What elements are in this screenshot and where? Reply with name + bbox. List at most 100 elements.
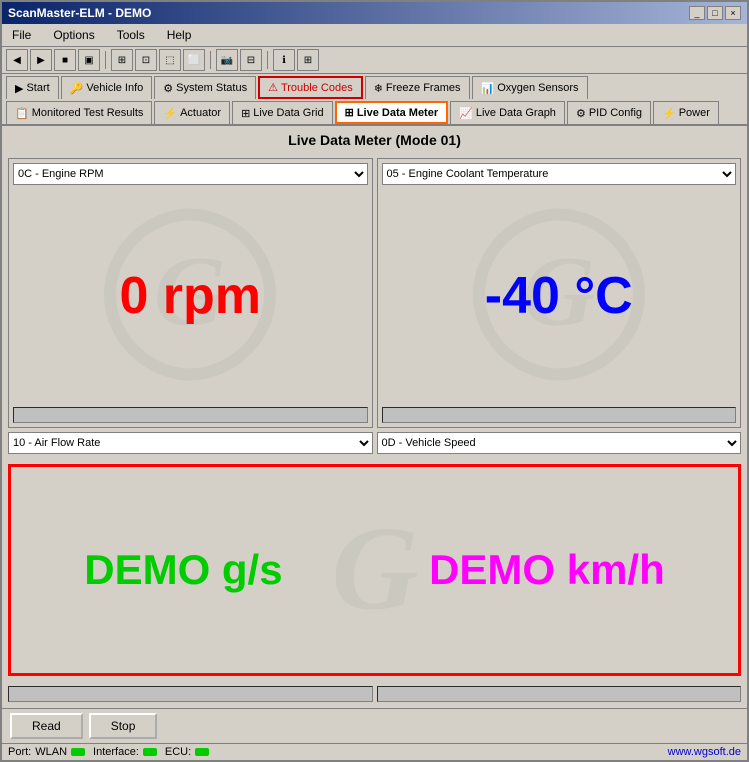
meter-airflow-value: DEMO g/s xyxy=(84,546,282,594)
toolbar-sep-3 xyxy=(267,51,268,69)
power-icon: ⚡ xyxy=(662,107,676,120)
meter-coolant-select[interactable]: 05 - Engine Coolant Temperature xyxy=(382,163,737,185)
meter-speed-value: DEMO km/h xyxy=(429,546,665,594)
tab-pid-config[interactable]: ⚙ PID Config xyxy=(567,101,651,124)
port-value: WLAN xyxy=(35,746,67,758)
ecu-indicator: ECU: xyxy=(165,746,209,758)
window-controls: _ □ × xyxy=(689,6,741,20)
tab-freeze-frames[interactable]: ❄ Freeze Frames xyxy=(365,76,470,99)
graph-icon: 📈 xyxy=(459,107,473,120)
meter-coolant-value: -40 °C xyxy=(485,266,633,326)
toolbar-sep-2 xyxy=(210,51,211,69)
tab-start[interactable]: ▶ Start xyxy=(6,76,59,99)
tab-row-2: 📋 Monitored Test Results ⚡ Actuator ⊞ Li… xyxy=(2,99,747,126)
interface-indicator: Interface: xyxy=(93,746,157,758)
meter-airflow-bar xyxy=(8,686,373,702)
tab-monitored-label: Monitored Test Results xyxy=(32,107,144,119)
tab-oxygen-label: Oxygen Sensors xyxy=(497,82,578,94)
meter-coolant-display: G-40 °C xyxy=(382,189,737,403)
meter-airflow-select[interactable]: 10 - Air Flow Rate xyxy=(8,432,373,454)
tab-pid-label: PID Config xyxy=(589,107,642,119)
demo-display-box: G DEMO g/s DEMO km/h xyxy=(8,464,741,676)
page-title: Live Data Meter (Mode 01) xyxy=(2,126,747,152)
meter-rpm-value: 0 rpm xyxy=(119,266,261,326)
warning-icon: ⚠ xyxy=(268,81,278,94)
grid-icon: ⊞ xyxy=(241,107,250,120)
menu-bar: File Options Tools Help xyxy=(2,24,747,47)
meter-rpm-select[interactable]: 0C - Engine RPM xyxy=(13,163,368,185)
tab-vehicle-info[interactable]: 🔑 Vehicle Info xyxy=(61,76,153,99)
menu-help[interactable]: Help xyxy=(161,26,198,44)
tab-trouble-label: Trouble Codes xyxy=(281,82,353,94)
port-led xyxy=(71,748,85,756)
toolbar-btn-12[interactable]: ⊞ xyxy=(297,49,319,71)
oxygen-icon: 📊 xyxy=(481,82,495,95)
meter-speed-bar xyxy=(377,686,742,702)
tab-actuator-label: Actuator xyxy=(180,107,221,119)
tab-live-data-meter[interactable]: ⊞ Live Data Meter xyxy=(335,101,449,124)
tab-monitored[interactable]: 📋 Monitored Test Results xyxy=(6,101,152,124)
meter-bottom-row: 10 - Air Flow Rate0D - Vehicle SpeedGDEM… xyxy=(8,432,741,702)
start-icon: ▶ xyxy=(15,82,23,95)
minimize-button[interactable]: _ xyxy=(689,6,705,20)
menu-options[interactable]: Options xyxy=(47,26,100,44)
bottom-buttons: Read Stop xyxy=(2,708,747,743)
tab-freeze-label: Freeze Frames xyxy=(386,82,461,94)
status-bar: Port: WLAN Interface: ECU: www.wgsoft.de xyxy=(2,743,747,760)
menu-tools[interactable]: Tools xyxy=(111,26,151,44)
toolbar-btn-10[interactable]: ⊟ xyxy=(240,49,262,71)
tab-power[interactable]: ⚡ Power xyxy=(653,101,719,124)
pid-icon: ⚙ xyxy=(576,107,586,120)
ecu-label: ECU: xyxy=(165,746,191,758)
toolbar: ◀ ▶ ■ ▣ ⊞ ⊡ ⬚ ⬜ 📷 ⊟ ℹ ⊞ xyxy=(2,47,747,74)
tab-live-data-graph[interactable]: 📈 Live Data Graph xyxy=(450,101,565,124)
monitored-icon: 📋 xyxy=(15,107,29,120)
tab-live-data-grid[interactable]: ⊞ Live Data Grid xyxy=(232,101,333,124)
tab-actuator[interactable]: ⚡ Actuator xyxy=(154,101,230,124)
toolbar-btn-4[interactable]: ▣ xyxy=(78,49,100,71)
maximize-button[interactable]: □ xyxy=(707,6,723,20)
menu-file[interactable]: File xyxy=(6,26,37,44)
tab-graph-label: Live Data Graph xyxy=(476,107,556,119)
tab-system-status[interactable]: ⚙ System Status xyxy=(154,76,256,99)
tab-vehicle-label: Vehicle Info xyxy=(86,82,143,94)
tab-meter-label: Live Data Meter xyxy=(357,107,438,119)
actuator-icon: ⚡ xyxy=(163,107,177,120)
svg-text:G: G xyxy=(331,502,418,635)
vehicle-icon: 🔑 xyxy=(70,82,84,95)
status-left: Port: WLAN Interface: ECU: xyxy=(8,746,209,758)
freeze-icon: ❄ xyxy=(374,82,383,95)
meter-rpm-bar xyxy=(13,407,368,423)
port-indicator: Port: WLAN xyxy=(8,746,85,758)
tab-trouble-codes[interactable]: ⚠ Trouble Codes xyxy=(258,76,363,99)
stop-button[interactable]: Stop xyxy=(89,713,158,739)
meter-icon: ⊞ xyxy=(345,106,354,119)
interface-led xyxy=(143,748,157,756)
tab-oxygen-sensors[interactable]: 📊 Oxygen Sensors xyxy=(472,76,588,99)
toolbar-btn-5[interactable]: ⊞ xyxy=(111,49,133,71)
toolbar-btn-8[interactable]: ⬜ xyxy=(183,49,205,71)
toolbar-btn-1[interactable]: ◀ xyxy=(6,49,28,71)
meter-speed-select[interactable]: 0D - Vehicle Speed xyxy=(377,432,742,454)
meter-coolant-bar xyxy=(382,407,737,423)
interface-label: Interface: xyxy=(93,746,139,758)
toolbar-btn-2[interactable]: ▶ xyxy=(30,49,52,71)
toolbar-btn-7[interactable]: ⬚ xyxy=(159,49,181,71)
toolbar-btn-9[interactable]: 📷 xyxy=(216,49,238,71)
system-icon: ⚙ xyxy=(163,82,173,95)
toolbar-btn-11[interactable]: ℹ xyxy=(273,49,295,71)
toolbar-btn-3[interactable]: ■ xyxy=(54,49,76,71)
toolbar-btn-6[interactable]: ⊡ xyxy=(135,49,157,71)
window-title: ScanMaster-ELM - DEMO xyxy=(8,6,151,20)
tab-system-label: System Status xyxy=(176,82,247,94)
tab-grid-label: Live Data Grid xyxy=(253,107,323,119)
tab-power-label: Power xyxy=(679,107,710,119)
close-button[interactable]: × xyxy=(725,6,741,20)
tab-row-1: ▶ Start 🔑 Vehicle Info ⚙ System Status ⚠… xyxy=(2,74,747,99)
content-area: Live Data Meter (Mode 01) 0C - Engine RP… xyxy=(2,126,747,708)
website-link[interactable]: www.wgsoft.de xyxy=(668,746,741,758)
read-button[interactable]: Read xyxy=(10,713,83,739)
port-label: Port: xyxy=(8,746,31,758)
meter-rpm-display: G0 rpm xyxy=(13,189,368,403)
title-bar: ScanMaster-ELM - DEMO _ □ × xyxy=(2,2,747,24)
